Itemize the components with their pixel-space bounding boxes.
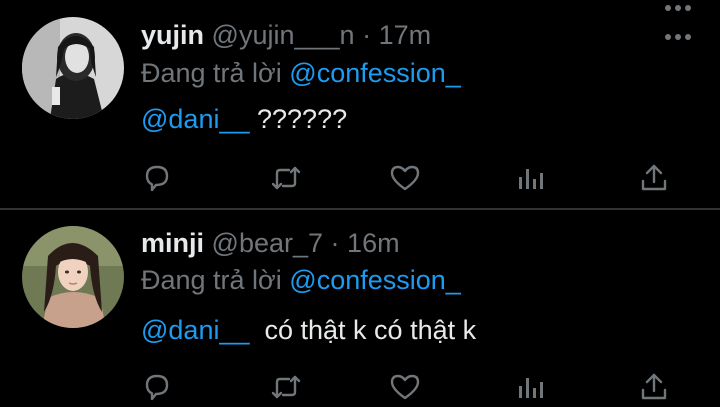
mention-link[interactable]: @dani__: [141, 104, 250, 134]
retweet-icon[interactable]: [269, 161, 303, 195]
timestamp[interactable]: 17m: [379, 20, 432, 50]
separator-dot: ·: [362, 20, 372, 50]
tweet-body: ??????: [249, 104, 348, 134]
like-icon[interactable]: [388, 370, 422, 404]
share-icon[interactable]: [637, 370, 671, 404]
more-options-icon[interactable]: [664, 29, 692, 40]
like-icon[interactable]: [388, 161, 422, 195]
reply-icon[interactable]: [140, 370, 174, 404]
tweet-header: minji @bear_7 · 16m: [141, 226, 400, 260]
tweet-text: @dani__ có thật k có thật k: [141, 313, 476, 347]
replying-to-line: Đang trả lời @confession_: [141, 263, 461, 297]
retweet-icon[interactable]: [269, 370, 303, 404]
more-options-icon[interactable]: [664, 0, 692, 11]
reply-icon[interactable]: [140, 161, 174, 195]
timestamp[interactable]: 16m: [347, 228, 400, 258]
replying-to-label: Đang trả lời: [141, 58, 282, 88]
replying-to-link[interactable]: @confession_: [289, 58, 461, 88]
tweet[interactable]: minji @bear_7 · 16m Đang trả lời @confes…: [0, 210, 720, 407]
action-bar: [0, 370, 720, 404]
tweet-body: có thật k có thật k: [249, 315, 477, 345]
replying-to-line: Đang trả lời @confession_: [141, 56, 461, 90]
tweet-header: yujin @yujin___n · 17m: [141, 18, 431, 52]
tweet-text: @dani__ ??????: [141, 102, 347, 136]
user-handle[interactable]: @bear_7: [212, 228, 323, 258]
views-icon[interactable]: [514, 370, 548, 404]
mention-link[interactable]: @dani__: [141, 315, 250, 345]
avatar[interactable]: [22, 17, 124, 119]
avatar-image: [22, 17, 124, 119]
user-handle[interactable]: @yujin___n: [212, 20, 355, 50]
separator-dot: ·: [330, 228, 340, 258]
views-icon[interactable]: [514, 161, 548, 195]
tweet[interactable]: yujin @yujin___n · 17m Đang trả lời @con…: [0, 0, 720, 208]
action-bar: [0, 161, 720, 195]
display-name[interactable]: yujin: [141, 20, 204, 50]
replying-to-label: Đang trả lời: [141, 265, 282, 295]
share-icon[interactable]: [637, 161, 671, 195]
avatar[interactable]: [22, 226, 124, 328]
display-name[interactable]: minji: [141, 228, 204, 258]
avatar-image: [22, 226, 124, 328]
replying-to-link[interactable]: @confession_: [289, 265, 461, 295]
